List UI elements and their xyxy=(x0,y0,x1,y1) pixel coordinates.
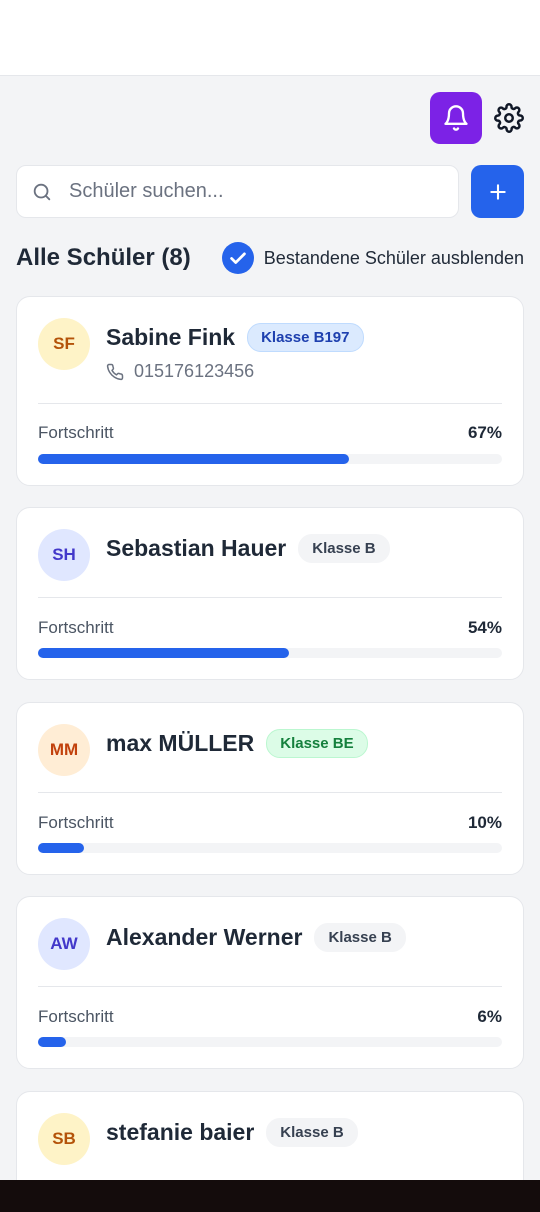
bell-icon xyxy=(444,105,468,131)
check-icon xyxy=(230,252,246,264)
add-student-button[interactable] xyxy=(471,165,524,218)
progress-value: 10% xyxy=(467,813,502,832)
phone-row[interactable]: 015176123456 xyxy=(106,361,254,382)
class-badge: Klasse BE xyxy=(266,728,368,758)
name-row: max MÜLLER Klasse BE xyxy=(106,725,368,761)
phone-icon xyxy=(106,363,124,380)
student-card[interactable]: SH Sebastian Hauer Klasse B Fortschritt … xyxy=(16,507,524,680)
progress-value: 6% xyxy=(477,1007,502,1026)
divider xyxy=(38,403,502,404)
progress-value: 67% xyxy=(467,423,502,442)
settings-button[interactable] xyxy=(494,103,524,133)
avatar: SH xyxy=(38,529,90,581)
divider xyxy=(38,986,502,987)
progress-bar xyxy=(38,648,502,658)
student-card[interactable]: SF Sabine Fink Klasse B197 015176123456 … xyxy=(16,296,524,486)
hide-passed-toggle[interactable]: Bestandene Schüler ausblenden xyxy=(221,242,524,274)
list-title: Alle Schüler (8) xyxy=(16,244,191,271)
divider xyxy=(38,792,502,793)
list-header: Alle Schüler (8) Bestandene Schüler ausb… xyxy=(16,240,524,276)
class-badge: Klasse B xyxy=(266,1117,358,1147)
progress-bar xyxy=(38,454,502,464)
avatar: AW xyxy=(38,918,90,970)
system-nav-bar xyxy=(0,1180,540,1212)
progress-fill xyxy=(38,454,349,464)
avatar: SB xyxy=(38,1113,90,1165)
search-input[interactable] xyxy=(69,180,409,203)
progress-label: Fortschritt xyxy=(38,813,114,832)
avatar: MM xyxy=(38,724,90,776)
name-row: Alexander Werner Klasse B xyxy=(106,919,406,955)
divider xyxy=(38,597,502,598)
class-badge: Klasse B197 xyxy=(247,322,364,352)
student-card[interactable]: MM max MÜLLER Klasse BE Fortschritt 10% xyxy=(16,702,524,875)
progress-label: Fortschritt xyxy=(38,1007,114,1026)
hide-passed-label: Bestandene Schüler ausblenden xyxy=(263,247,524,268)
top-actions xyxy=(430,92,524,144)
hide-passed-checkbox[interactable] xyxy=(221,242,254,274)
student-name: Sebastian Hauer xyxy=(106,534,287,561)
progress-label: Fortschritt xyxy=(38,423,114,442)
notifications-button[interactable] xyxy=(430,92,482,144)
progress-fill xyxy=(38,1037,66,1047)
student-name: Sabine Fink xyxy=(106,323,236,350)
student-card[interactable]: AW Alexander Werner Klasse B Fortschritt… xyxy=(16,896,524,1069)
search-icon xyxy=(33,183,51,200)
progress-fill xyxy=(38,843,85,853)
name-row: Sebastian Hauer Klasse B xyxy=(106,530,390,566)
student-name: Alexander Werner xyxy=(106,923,303,950)
search-box[interactable] xyxy=(16,165,459,218)
progress-bar xyxy=(38,843,502,853)
name-row: Sabine Fink Klasse B197 xyxy=(106,319,364,355)
student-name: max MÜLLER xyxy=(106,729,255,756)
plus-icon xyxy=(489,183,506,200)
progress-label: Fortschritt xyxy=(38,618,114,637)
student-name: stefanie baier xyxy=(106,1118,255,1145)
gear-icon xyxy=(494,103,524,133)
status-area xyxy=(0,0,540,76)
progress-fill xyxy=(38,648,289,658)
class-badge: Klasse B xyxy=(314,922,406,952)
search-row xyxy=(16,165,524,218)
phone-number: 015176123456 xyxy=(134,361,255,381)
name-row: stefanie baier Klasse B xyxy=(106,1114,358,1150)
class-badge: Klasse B xyxy=(298,533,390,563)
avatar: SF xyxy=(38,318,90,370)
progress-bar xyxy=(38,1037,502,1047)
progress-value: 54% xyxy=(467,618,502,637)
